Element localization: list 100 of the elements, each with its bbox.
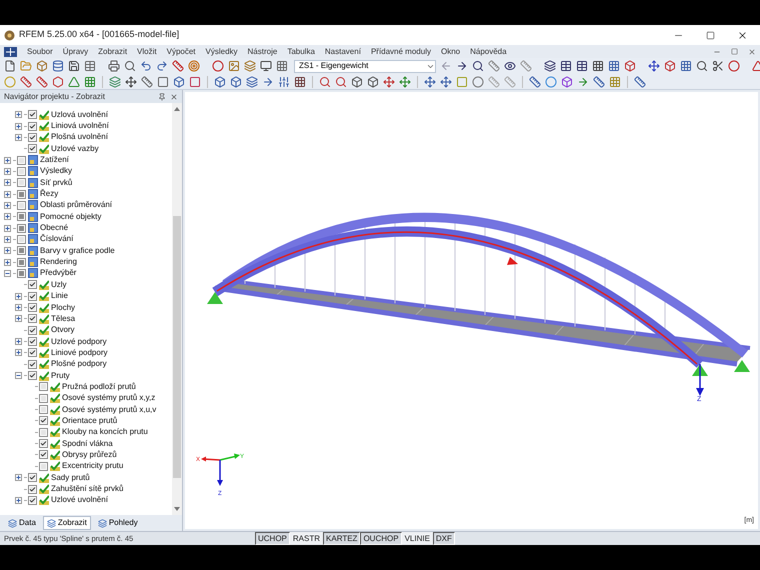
app-menu-icon[interactable]	[4, 46, 17, 56]
tree-item-label[interactable]: Předvýběr	[40, 269, 76, 278]
tree-item-label[interactable]: Číslování	[40, 235, 74, 244]
checkbox[interactable]	[28, 144, 37, 154]
tree-item-label[interactable]: Pružná podloží prutů	[62, 382, 136, 391]
expand-toggle[interactable]	[15, 292, 22, 300]
tree-item-label[interactable]: Osové systémy prutů x,y,z	[62, 394, 156, 402]
arrow-right-icon[interactable]	[456, 60, 468, 72]
load-case-combo[interactable]: ZS1 - Eigengewicht	[294, 60, 436, 72]
checkbox[interactable]	[17, 178, 26, 188]
checkbox[interactable]	[39, 416, 48, 426]
expand-toggle[interactable]	[4, 224, 11, 232]
menu-item[interactable]: Tabulka	[287, 46, 315, 58]
navigator-tab[interactable]: Zobrazit	[42, 516, 91, 530]
cube-icon[interactable]	[351, 76, 363, 88]
zoom-icon[interactable]	[319, 76, 331, 88]
menu-item[interactable]: Okno	[440, 46, 460, 58]
tree-item-label[interactable]: Tělesa	[51, 314, 76, 323]
move-icon[interactable]	[125, 76, 137, 88]
menu-item[interactable]: Soubor	[27, 46, 53, 58]
tree-item-label[interactable]: Rendering	[40, 258, 77, 266]
expand-toggle[interactable]	[15, 304, 22, 312]
checkbox[interactable]	[39, 439, 48, 448]
move-icon[interactable]	[648, 60, 660, 72]
close-icon[interactable]	[170, 92, 178, 100]
menu-item[interactable]: Nástroje	[248, 46, 278, 58]
new-file-icon[interactable]	[4, 60, 16, 72]
arrow-icon[interactable]	[262, 76, 274, 88]
expand-toggle[interactable]	[15, 372, 22, 380]
mdi-close-icon[interactable]	[748, 48, 756, 56]
magnifier-icon[interactable]	[472, 60, 484, 72]
checkbox[interactable]	[39, 462, 48, 471]
scissors-icon[interactable]	[712, 60, 724, 72]
tree-item-label[interactable]: Uzlová uvolnění	[51, 110, 108, 119]
checkbox[interactable]	[17, 246, 26, 256]
navigator-tab[interactable]: Data	[4, 516, 40, 530]
checkbox[interactable]	[39, 405, 48, 414]
menu-item[interactable]: Přídavné moduly	[370, 46, 431, 58]
menu-item[interactable]: Zobrazit	[98, 46, 128, 58]
checkbox[interactable]	[28, 371, 37, 380]
cube-icon[interactable]	[367, 76, 379, 88]
tree-item-label[interactable]: Plošné podpory	[51, 360, 107, 368]
box-icon[interactable]	[214, 76, 226, 88]
tree-item-label[interactable]: Výsledky	[40, 167, 72, 176]
tree-item-label[interactable]: Oblasti průměrování	[40, 201, 112, 210]
tree-item-label[interactable]: Pruty	[51, 372, 70, 380]
scroll-down-icon[interactable]	[174, 507, 180, 511]
monitor-icon[interactable]	[260, 60, 272, 72]
table-icon[interactable]	[84, 60, 96, 72]
expand-toggle[interactable]	[4, 156, 11, 164]
checkbox[interactable]	[17, 200, 26, 210]
checkbox[interactable]	[28, 132, 37, 142]
tree-item-label[interactable]: Síť prvků	[40, 178, 72, 187]
status-toggle[interactable]: DXF	[432, 532, 455, 545]
checkbox[interactable]	[28, 292, 37, 301]
tree-item-label[interactable]: Sady prutů	[51, 474, 90, 482]
expand-toggle[interactable]	[4, 236, 11, 243]
expand-toggle[interactable]	[15, 111, 22, 118]
expand-toggle[interactable]	[4, 202, 11, 209]
database-icon[interactable]	[52, 60, 64, 72]
search-icon[interactable]	[124, 60, 136, 72]
expand-toggle[interactable]	[15, 349, 22, 356]
tree-item-label[interactable]: Uzlové vazby	[51, 144, 99, 153]
tree-item-label[interactable]: Plošná uvolnění	[51, 133, 108, 142]
checkbox[interactable]	[28, 484, 37, 494]
menu-item[interactable]: Vložit	[137, 46, 157, 58]
status-toggle[interactable]: UCHOP	[255, 532, 290, 545]
arrow-icon[interactable]	[577, 76, 589, 88]
checkbox[interactable]	[17, 166, 26, 176]
expand-toggle[interactable]	[15, 315, 22, 322]
layers-icon[interactable]	[544, 60, 556, 72]
tree-item-label[interactable]: Plochy	[51, 304, 76, 312]
expand-toggle[interactable]	[15, 474, 22, 482]
tree-item-label[interactable]: Osové systémy prutů x,u,v	[62, 406, 156, 414]
tree-item-label[interactable]: Pomocné objekty	[40, 212, 102, 221]
box-icon[interactable]	[173, 76, 185, 88]
checkbox[interactable]	[39, 394, 48, 403]
tree-item-label[interactable]: Uzly	[51, 280, 67, 289]
status-toggle[interactable]: KARTEZ	[323, 532, 360, 545]
frame-icon[interactable]	[157, 76, 169, 88]
expand-toggle[interactable]	[4, 270, 11, 277]
table-icon[interactable]	[576, 60, 588, 72]
box-icon[interactable]	[230, 76, 242, 88]
circle-icon[interactable]	[212, 60, 224, 72]
tree-item-label[interactable]: Liniové podpory	[51, 348, 108, 357]
tree-item-label[interactable]: Uzlové podpory	[51, 338, 107, 346]
menu-item[interactable]: Úpravy	[62, 46, 88, 58]
scrollbar[interactable]	[172, 103, 182, 515]
tree-item-label[interactable]: Excentricity prutu	[62, 462, 124, 470]
checkbox[interactable]	[17, 224, 26, 233]
tree-item-label[interactable]: Barvy v grafice podle	[40, 246, 115, 255]
tree-item-label[interactable]: Orientace prutů	[62, 416, 118, 425]
menu-item[interactable]: Nápověda	[470, 46, 507, 58]
grid-icon[interactable]	[294, 76, 306, 88]
checkbox[interactable]	[17, 212, 26, 222]
checkbox[interactable]	[17, 258, 26, 267]
expand-toggle[interactable]	[4, 168, 11, 175]
printer-icon[interactable]	[108, 60, 120, 72]
tree-item-label[interactable]: Otvory	[51, 326, 75, 334]
status-toggle[interactable]: RASTR	[290, 532, 324, 545]
